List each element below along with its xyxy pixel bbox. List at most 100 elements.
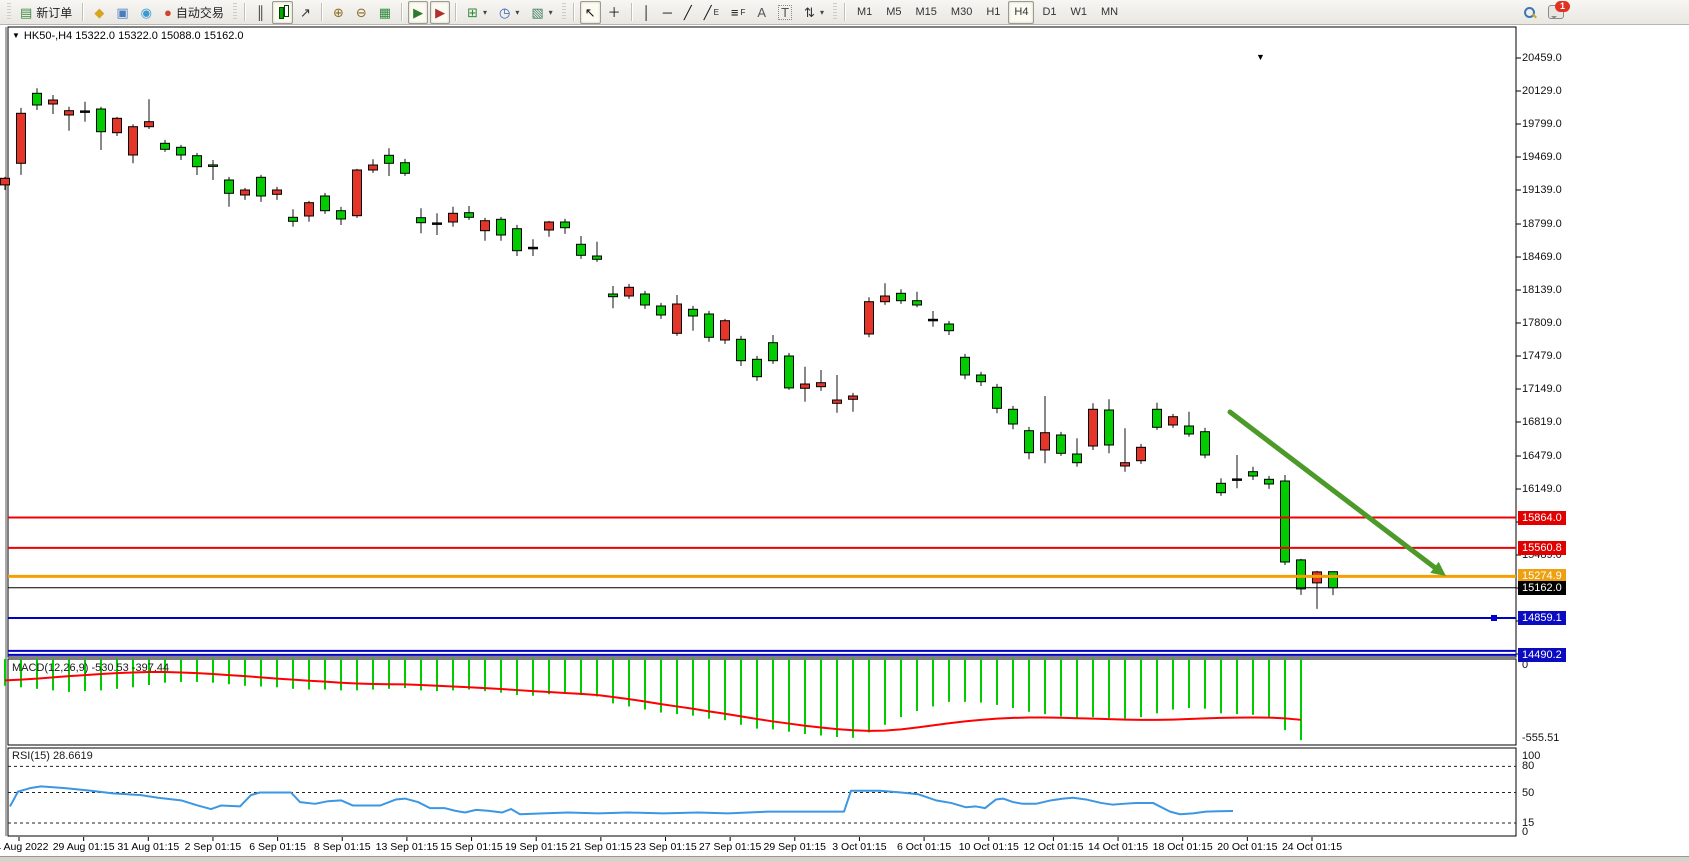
timeframe-m15-button[interactable]: M15 <box>910 1 943 24</box>
toolbar-grip[interactable] <box>562 3 566 21</box>
periods-clock-button[interactable]: ◷▾ <box>494 1 524 24</box>
zoom-in-button[interactable]: ⊕ <box>328 1 349 24</box>
candle <box>593 256 602 259</box>
candle <box>161 143 170 149</box>
timeframe-m5-button[interactable]: M5 <box>880 1 907 24</box>
macd-axis-label: -555.51 <box>1522 732 1559 744</box>
chart-canvas[interactable] <box>0 25 1689 862</box>
autotrade-button-label: 自动交易 <box>176 4 224 21</box>
trendline-button[interactable]: ╱ <box>679 1 697 24</box>
candle <box>337 211 346 219</box>
toolbar-grip[interactable] <box>7 3 11 21</box>
crosshair-button[interactable]: ＋ <box>603 1 626 24</box>
candle <box>1057 435 1066 453</box>
timeframe-h4-button[interactable]: H4 <box>1008 1 1034 24</box>
toolbar-separator <box>573 3 575 21</box>
timeframe-d1-button[interactable]: D1 <box>1036 1 1062 24</box>
dropdown-caret-icon[interactable]: ▾ <box>820 8 824 17</box>
candle <box>1137 447 1146 460</box>
candle <box>1297 560 1306 589</box>
toolbar-grip[interactable] <box>833 3 837 21</box>
channel-button[interactable]: ╱E <box>699 1 724 24</box>
cursor-icon: ↖ <box>585 6 596 19</box>
candle <box>641 294 650 305</box>
candle <box>401 163 410 174</box>
timeframe-m30-button[interactable]: M30 <box>945 1 978 24</box>
navigator-button[interactable]: ◉ <box>136 1 157 24</box>
timeframe-w1-button[interactable]: W1 <box>1065 1 1094 24</box>
arrows-icon: ⇅ <box>804 6 815 19</box>
chat-bubble-icon: 1 <box>1548 5 1564 19</box>
price-level-badge: 14490.2 <box>1518 648 1566 662</box>
date-axis-label: 23 Sep 01:15 <box>634 841 696 853</box>
cursor-button[interactable]: ↖ <box>580 1 601 24</box>
dropdown-caret-icon[interactable]: ▾ <box>549 8 553 17</box>
line-chart-button[interactable]: ↗ <box>295 1 316 24</box>
candle <box>881 296 890 302</box>
candle <box>193 156 202 167</box>
timeframe-w1-button-label: W1 <box>1071 6 1088 18</box>
chart-title-collapse-icon[interactable]: ▼ <box>12 31 20 40</box>
timeframe-m15-button-label: M15 <box>916 6 937 18</box>
auto-scroll-icon: ▶ <box>413 6 423 19</box>
trend-arrow-line[interactable] <box>1230 412 1438 570</box>
candle <box>1121 463 1130 466</box>
candle <box>257 177 266 196</box>
candle <box>225 180 234 193</box>
toolbar-separator <box>401 3 403 21</box>
candle <box>833 400 842 403</box>
text-button[interactable]: A <box>752 1 771 24</box>
date-axis-label: 15 Sep 01:15 <box>440 841 502 853</box>
rsi-indicator-label: RSI(15) 28.6619 <box>12 750 93 762</box>
candle <box>145 122 154 127</box>
dropdown-caret-icon[interactable]: ▾ <box>515 8 519 17</box>
candle <box>1265 479 1274 484</box>
toolbar-grip[interactable] <box>233 3 237 21</box>
timeframe-h1-button[interactable]: H1 <box>980 1 1006 24</box>
candle <box>913 301 922 305</box>
chart-shift-marker-icon[interactable]: ▼ <box>1256 52 1265 62</box>
macd-indicator-label: MACD(12,26,9) -530.53 -397.44 <box>12 662 169 674</box>
fibonacci-button[interactable]: ≡F <box>726 1 750 24</box>
autotrade-button[interactable]: ●自动交易 <box>159 1 229 24</box>
zoom-out-button[interactable]: ⊖ <box>351 1 372 24</box>
timeframe-mn-button[interactable]: MN <box>1095 1 1124 24</box>
auto-scroll-button[interactable]: ▶ <box>408 1 428 24</box>
tile-windows-button[interactable]: ▦ <box>374 1 396 24</box>
timeframe-m1-button[interactable]: M1 <box>851 1 878 24</box>
templates-button[interactable]: ▧▾ <box>526 1 557 24</box>
toolbar-separator <box>455 3 457 21</box>
candlestick-chart-button[interactable] <box>272 1 293 24</box>
macd-signal-line <box>5 672 1301 731</box>
arrows-button[interactable]: ⇅▾ <box>799 1 829 24</box>
horizontal-line-icon: ─ <box>663 6 672 19</box>
text-label-button[interactable]: T <box>773 1 797 24</box>
indicators-button[interactable]: ⊞▾ <box>462 1 492 24</box>
chart-title: ▼HK50-,H4 15322.0 15322.0 15088.0 15162.… <box>12 30 244 42</box>
data-window-button[interactable]: ▣ <box>111 1 133 24</box>
chart-shift-button[interactable]: ▶ <box>430 1 450 24</box>
search-button[interactable] <box>1518 1 1541 24</box>
date-axis-label: 21 Sep 01:15 <box>570 841 632 853</box>
candle <box>385 155 394 163</box>
price-axis-label: 18139.0 <box>1522 284 1562 296</box>
candle <box>513 229 522 251</box>
trendline-icon: ╱ <box>684 6 692 19</box>
templates-icon: ▧ <box>531 6 543 19</box>
dropdown-caret-icon[interactable]: ▾ <box>483 8 487 17</box>
candle <box>1025 431 1034 453</box>
candle <box>449 213 458 222</box>
bar-chart-button[interactable]: ║ <box>251 1 270 24</box>
new-order-button[interactable]: ▤新订单 <box>15 1 77 24</box>
macd-pane-border <box>8 659 1516 745</box>
candle <box>977 375 986 382</box>
market-watch-button[interactable]: ◆ <box>89 1 109 24</box>
horizontal-line-button[interactable]: ─ <box>658 1 677 24</box>
chart-window[interactable]: ▼HK50-,H4 15322.0 15322.0 15088.0 15162.… <box>0 25 1689 862</box>
notifications-button[interactable]: 1 <box>1543 1 1569 24</box>
line-selection-handle[interactable] <box>1491 615 1497 621</box>
date-axis-label: 13 Sep 01:15 <box>376 841 438 853</box>
candle <box>849 396 858 399</box>
candle <box>945 324 954 331</box>
vertical-line-button[interactable]: │ <box>638 1 656 24</box>
